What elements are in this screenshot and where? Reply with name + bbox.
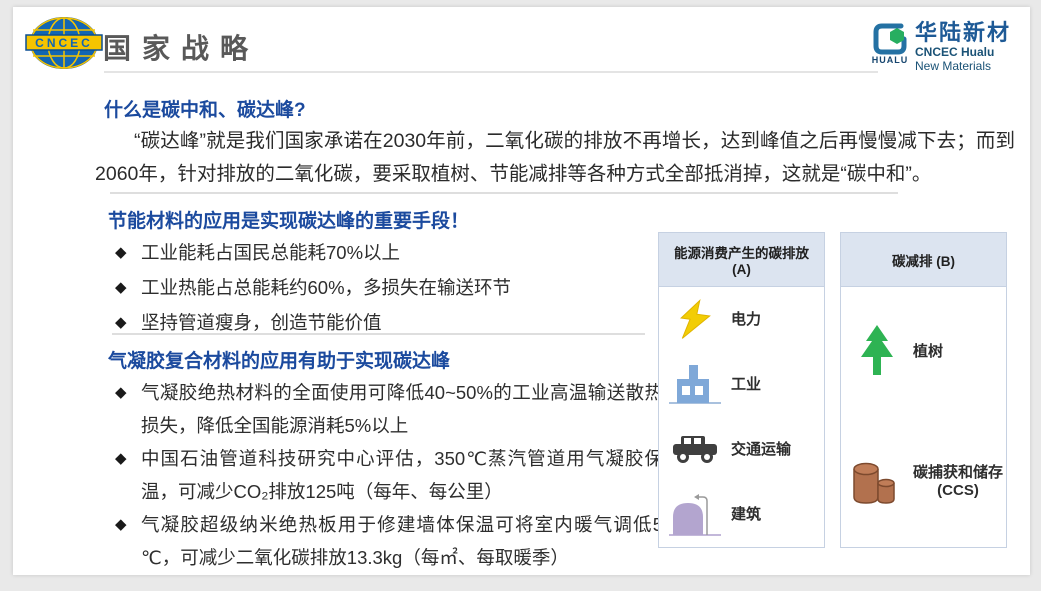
slide-page: { "ui": { "bullet": "◆" }, "header": { "… [0,0,1041,591]
panel-row-electricity: 电力 [659,287,824,352]
qa-paragraph: “碳达峰”就是我们国家承诺在2030年前，二氧化碳的排放不再增长，达到峰值之后再… [95,125,1015,191]
hualu-text: 华陆新材 CNCEC Hualu New Materials [915,21,1011,73]
aerogel-section-heading: 气凝胶复合材料的应用有助于实现碳达峰 [108,346,450,373]
panel-row-building: 建筑 [659,482,824,547]
list-item: ◆ 气凝胶绝热材料的全面使用可降低40~50%的工业高温输送散热损失，降低全国能… [115,376,663,442]
qa-heading: 什么是碳中和、碳达峰? [104,95,306,122]
diamond-bullet-icon: ◆ [115,376,141,442]
diamond-bullet-icon: ◆ [115,508,141,574]
row-label: 植树 [913,343,943,361]
row-label: 建筑 [731,506,761,524]
row-label: 交通运输 [731,441,791,459]
hualu-name-en2: New Materials [915,59,1011,73]
hualu-word: HUALU [872,55,909,65]
panel-row-transport: 交通运输 [659,417,824,482]
hualu-logo: HUALU 华陆新材 CNCEC Hualu New Materials [871,21,1011,73]
tree-icon [841,323,913,381]
page-title: 国家战略 [103,27,259,67]
bullet-text: 气凝胶绝热材料的全面使用可降低40~50%的工业高温输送散热损失，降低全国能源消… [141,376,663,442]
barrels-icon [841,457,913,507]
bullet-text: 工业热能占总能耗约60%，多损失在输送环节 [141,270,655,305]
ccs-label-line1: 碳捕获和储存 [913,464,1003,482]
reduction-panel-title: 碳减排 (B) [841,233,1006,287]
diamond-bullet-icon: ◆ [115,442,141,508]
energy-section-heading: 节能材料的应用是实现碳达峰的重要手段！ [108,206,469,233]
hualu-name-cn: 华陆新材 [915,21,1011,45]
list-item: ◆ 中国石油管道科技研究中心评估，350℃蒸汽管道用气凝胶保温，可减少CO₂排放… [115,442,663,508]
panel-row-ccs: 碳捕获和储存 (CCS) [841,417,1006,547]
bullet-text: 工业能耗占国民总能耗70%以上 [141,235,655,270]
hualu-mark: HUALU [871,21,909,65]
section-divider-2 [112,333,645,335]
slide-canvas: CNCEC 国家战略 HUALU 华陆新材 CNCEC Hualu New Ma… [13,7,1030,575]
list-item: ◆ 气凝胶超级纳米绝热板用于修建墙体保温可将室内暖气调低5 ℃，可减少二氧化碳排… [115,508,663,574]
diamond-bullet-icon: ◆ [115,235,141,270]
bullet-text: 中国石油管道科技研究中心评估，350℃蒸汽管道用气凝胶保温，可减少CO₂排放12… [141,442,663,508]
hualu-bracket-icon [871,21,909,57]
bullet-text: 气凝胶超级纳米绝热板用于修建墙体保温可将室内暖气调低5 ℃，可减少二氧化碳排放1… [141,508,663,574]
lightning-icon [659,298,731,342]
panel-row-industry: 工业 [659,352,824,417]
row-label: 电力 [731,311,761,329]
energy-bullet-list: ◆ 工业能耗占国民总能耗70%以上 ◆ 工业热能占总能耗约60%，多损失在输送环… [115,235,655,340]
car-icon [659,435,731,465]
header-divider [104,71,878,73]
row-label-group: 碳捕获和储存 (CCS) [913,464,1003,500]
panel-row-tree: 植树 [841,287,1006,417]
ccs-label-line2: (CCS) [913,482,1003,500]
hualu-name-en1: CNCEC Hualu [915,45,1011,59]
diamond-bullet-icon: ◆ [115,270,141,305]
cncec-logo-text: CNCEC [35,36,93,50]
emission-panel-body: 电力 工业 [659,287,824,547]
row-label: 工业 [731,376,761,394]
dome-building-icon [659,491,731,539]
factory-icon [659,363,731,407]
aerogel-bullet-list: ◆ 气凝胶绝热材料的全面使用可降低40~50%的工业高温输送散热损失，降低全国能… [115,376,663,574]
emission-panel-title: 能源消费产生的碳排放 (A) [659,233,824,287]
emission-panel: 能源消费产生的碳排放 (A) 电力 [658,232,825,548]
cncec-logo: CNCEC [24,16,104,75]
list-item: ◆ 工业热能占总能耗约60%，多损失在输送环节 [115,270,655,305]
section-divider-1 [110,192,898,194]
cncec-globe-icon: CNCEC [24,16,104,70]
list-item: ◆ 工业能耗占国民总能耗70%以上 [115,235,655,270]
reduction-panel-body: 植树 碳捕获和储存 (CCS) [841,287,1006,547]
reduction-panel: 碳减排 (B) 植树 [840,232,1007,548]
